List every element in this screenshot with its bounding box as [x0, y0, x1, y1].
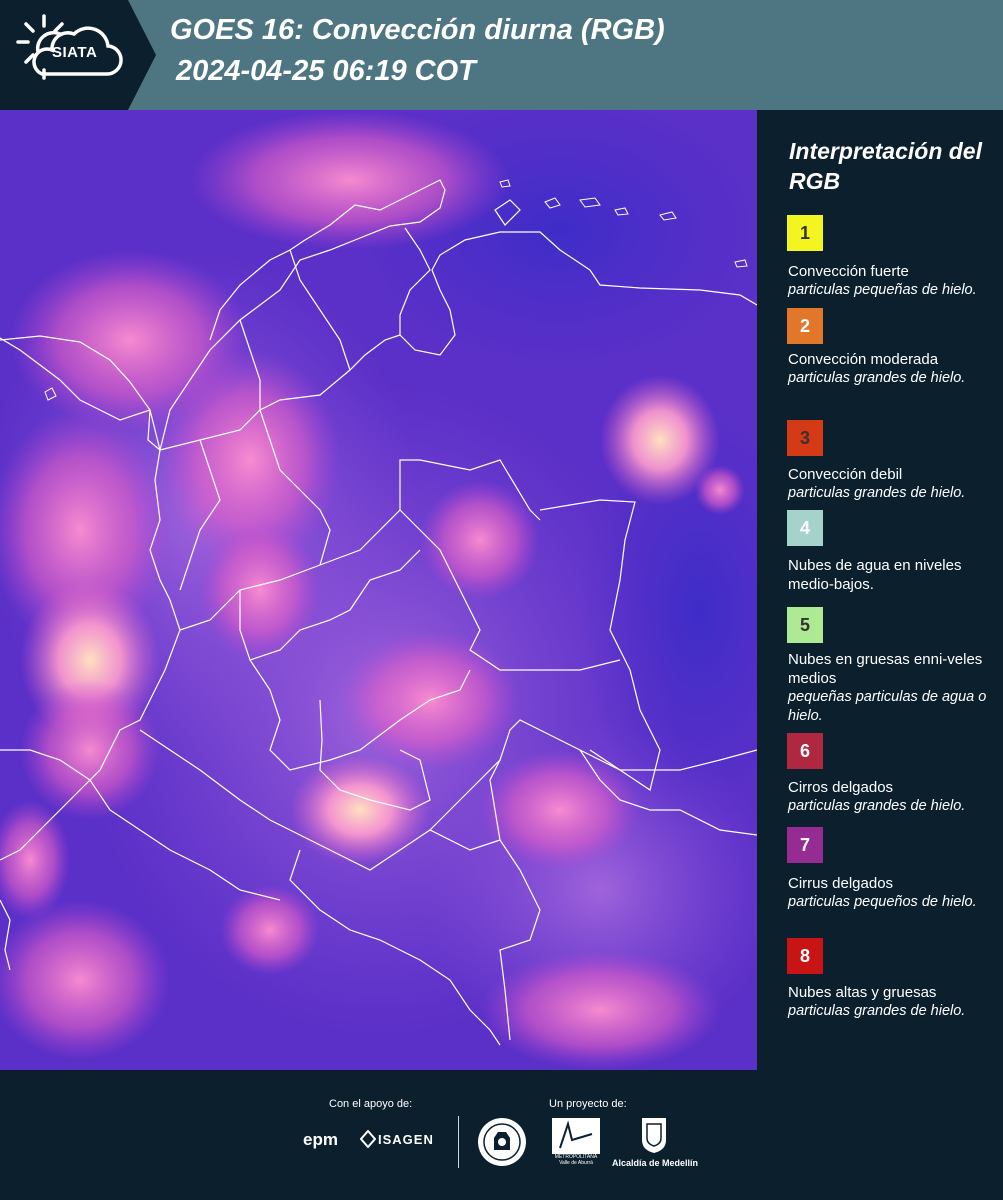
- legend-label: Cirrus delgados: [788, 875, 894, 892]
- legend-sublabel: particulas grandes de hielo.: [788, 1003, 966, 1019]
- legend-number: 4: [799, 517, 810, 538]
- legend-item-text: Nubes en gruesas enni-veles medios pequeñ…: [788, 650, 988, 726]
- legend-sublabel: particulas grandes de hielo.: [788, 798, 966, 814]
- legend-label: Convección fuerte: [788, 263, 909, 280]
- legend-number: 7: [799, 834, 810, 855]
- seal-icon: [478, 1118, 526, 1166]
- legend-item-text: Convección fuerte particulas pequeñas de …: [788, 262, 988, 300]
- legend-label: Nubes altas y gruesas: [788, 984, 937, 1001]
- footer-divider: [458, 1116, 459, 1168]
- isagen-icon: [360, 1130, 376, 1148]
- legend-panel: Interpretación del RGB 1 Convección fuert…: [760, 110, 1003, 1070]
- legend-number: 8: [799, 945, 810, 966]
- legend-sublabel: particulas grandes de hielo.: [788, 370, 966, 386]
- legend-item-text: Cirros delgados particulas grandes de hie…: [788, 778, 988, 816]
- footer: Con el apoyo de: Un proyecto de: epm ISA…: [0, 1070, 1003, 1200]
- legend-number: 1: [799, 222, 810, 243]
- legend-item-text: Convección moderada particulas grandes de…: [788, 350, 988, 388]
- legend-swatch-5: 5: [787, 607, 823, 643]
- amva-text: METROPOLITANA Valle de Aburrá: [554, 1154, 598, 1166]
- legend-item-text: Convección debil particulas grandes de hi…: [788, 465, 988, 503]
- legend-number: 3: [799, 427, 810, 448]
- map-image: [0, 110, 757, 1070]
- legend-swatch-2: 2: [787, 308, 823, 344]
- legend-label: Cirros delgados: [788, 779, 894, 796]
- legend-label: Convección moderada: [788, 351, 939, 368]
- alcaldia-text: Alcaldía de Medellín: [612, 1158, 699, 1168]
- header-bar: SIATA GOES 16: Convección diurna (RGB) 2…: [0, 0, 1003, 110]
- legend-sublabel: particulas grandes de hielo.: [788, 485, 966, 501]
- isagen-logo: ISAGEN: [378, 1132, 434, 1147]
- epm-logo: epm: [303, 1130, 338, 1149]
- legend-swatch-1: 1: [787, 215, 823, 251]
- legend-swatch-4: 4: [787, 510, 823, 546]
- logo-text: SIATA: [52, 44, 98, 61]
- project-label: Un proyecto de:: [549, 1098, 627, 1110]
- legend-swatch-8: 8: [787, 938, 823, 974]
- legend-number: 2: [799, 315, 810, 336]
- legend-label: Nubes de agua en niveles medio-bajos.: [788, 557, 962, 593]
- legend-swatch-3: 3: [787, 420, 823, 456]
- legend-label: Convección debil: [788, 466, 903, 483]
- support-label: Con el apoyo de:: [329, 1098, 413, 1110]
- alcaldia-shield-icon: [642, 1118, 666, 1153]
- legend-item-text: Nubes altas y gruesas particulas grandes …: [788, 983, 988, 1021]
- legend-sublabel: particulas pequeñas de hielo.: [788, 282, 977, 298]
- legend-sublabel: particulas pequeños de hielo.: [788, 894, 977, 910]
- legend-item-text: Cirrus delgados particulas pequeños de hi…: [788, 874, 988, 912]
- page-timestamp: 2024-04-25 06:19 COT: [176, 55, 476, 87]
- legend-swatch-6: 6: [787, 733, 823, 769]
- legend-title: Interpretación del RGB: [789, 138, 982, 194]
- page-title: GOES 16: Convección diurna (RGB): [170, 14, 665, 46]
- siata-logo: SIATA: [0, 0, 128, 110]
- legend-number: 5: [799, 614, 810, 635]
- legend-label: Nubes en gruesas enni-veles medios: [788, 651, 983, 687]
- legend-number: 6: [799, 740, 810, 761]
- area-metropolitana-logo: [552, 1118, 600, 1154]
- legend-swatch-7: 7: [787, 827, 823, 863]
- legend-sublabel: pequeñas particulas de agua o hielo.: [788, 689, 987, 724]
- satellite-map: [0, 110, 757, 1070]
- legend-item-text: Nubes de agua en niveles medio-bajos.: [788, 556, 988, 594]
- logo-arrow-shape: [128, 0, 156, 110]
